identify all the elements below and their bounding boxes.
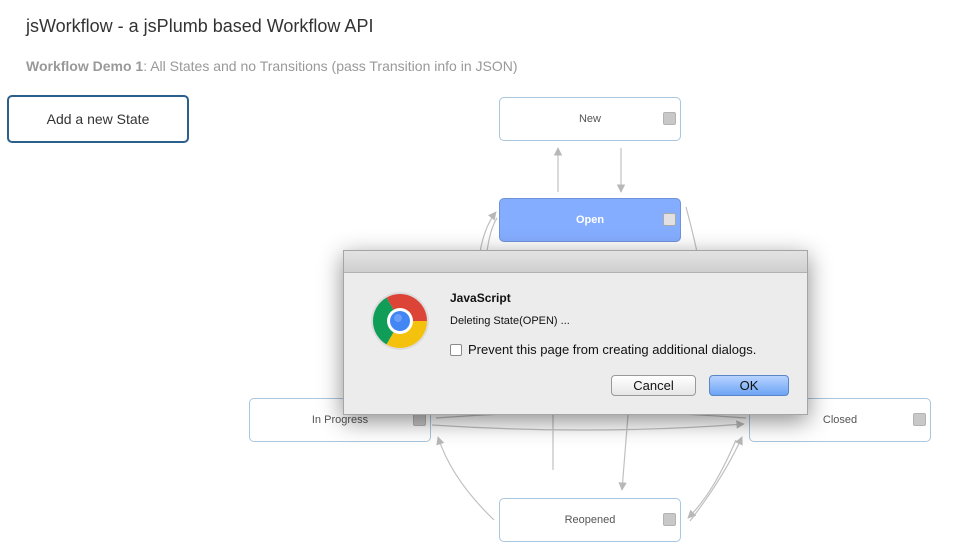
transition-reopened-to-closed	[689, 436, 743, 522]
prevent-dialogs-option[interactable]: Prevent this page from creating addition…	[450, 342, 756, 357]
state-closed-connector-handle[interactable]	[913, 413, 926, 426]
javascript-alert-dialog: JavaScript Deleting State(OPEN) ... Prev…	[343, 250, 808, 415]
dialog-title-bar[interactable]	[344, 251, 807, 273]
state-new[interactable]: New	[499, 97, 681, 141]
dialog-heading: JavaScript	[450, 291, 511, 305]
state-in-progress-label: In Progress	[311, 414, 369, 426]
state-open-label: Open	[575, 214, 605, 226]
transition-open-right	[685, 206, 698, 253]
state-open-connector-handle[interactable]	[663, 213, 676, 226]
state-new-connector-handle[interactable]	[663, 112, 676, 125]
dialog-message: Deleting State(OPEN) ...	[450, 315, 570, 327]
state-reopened[interactable]: Reopened	[499, 498, 681, 542]
transition-closed-to-reopened	[687, 439, 737, 519]
cancel-button[interactable]: Cancel	[611, 375, 696, 396]
state-open[interactable]: Open	[499, 198, 681, 242]
transition-open-down-b	[618, 414, 629, 491]
state-new-label: New	[578, 113, 601, 125]
prevent-dialogs-checkbox[interactable]	[450, 343, 462, 356]
chrome-logo-icon	[371, 292, 429, 350]
state-closed-label: Closed	[822, 414, 858, 426]
transition-inprogress-to-closed	[431, 420, 745, 431]
prevent-dialogs-label[interactable]: Prevent this page from creating addition…	[468, 342, 756, 357]
state-reopened-label: Reopened	[564, 514, 616, 526]
transition-reopened-to-inprogress	[436, 436, 495, 521]
state-reopened-connector-handle[interactable]	[663, 513, 676, 526]
ok-button[interactable]: OK	[709, 375, 789, 396]
